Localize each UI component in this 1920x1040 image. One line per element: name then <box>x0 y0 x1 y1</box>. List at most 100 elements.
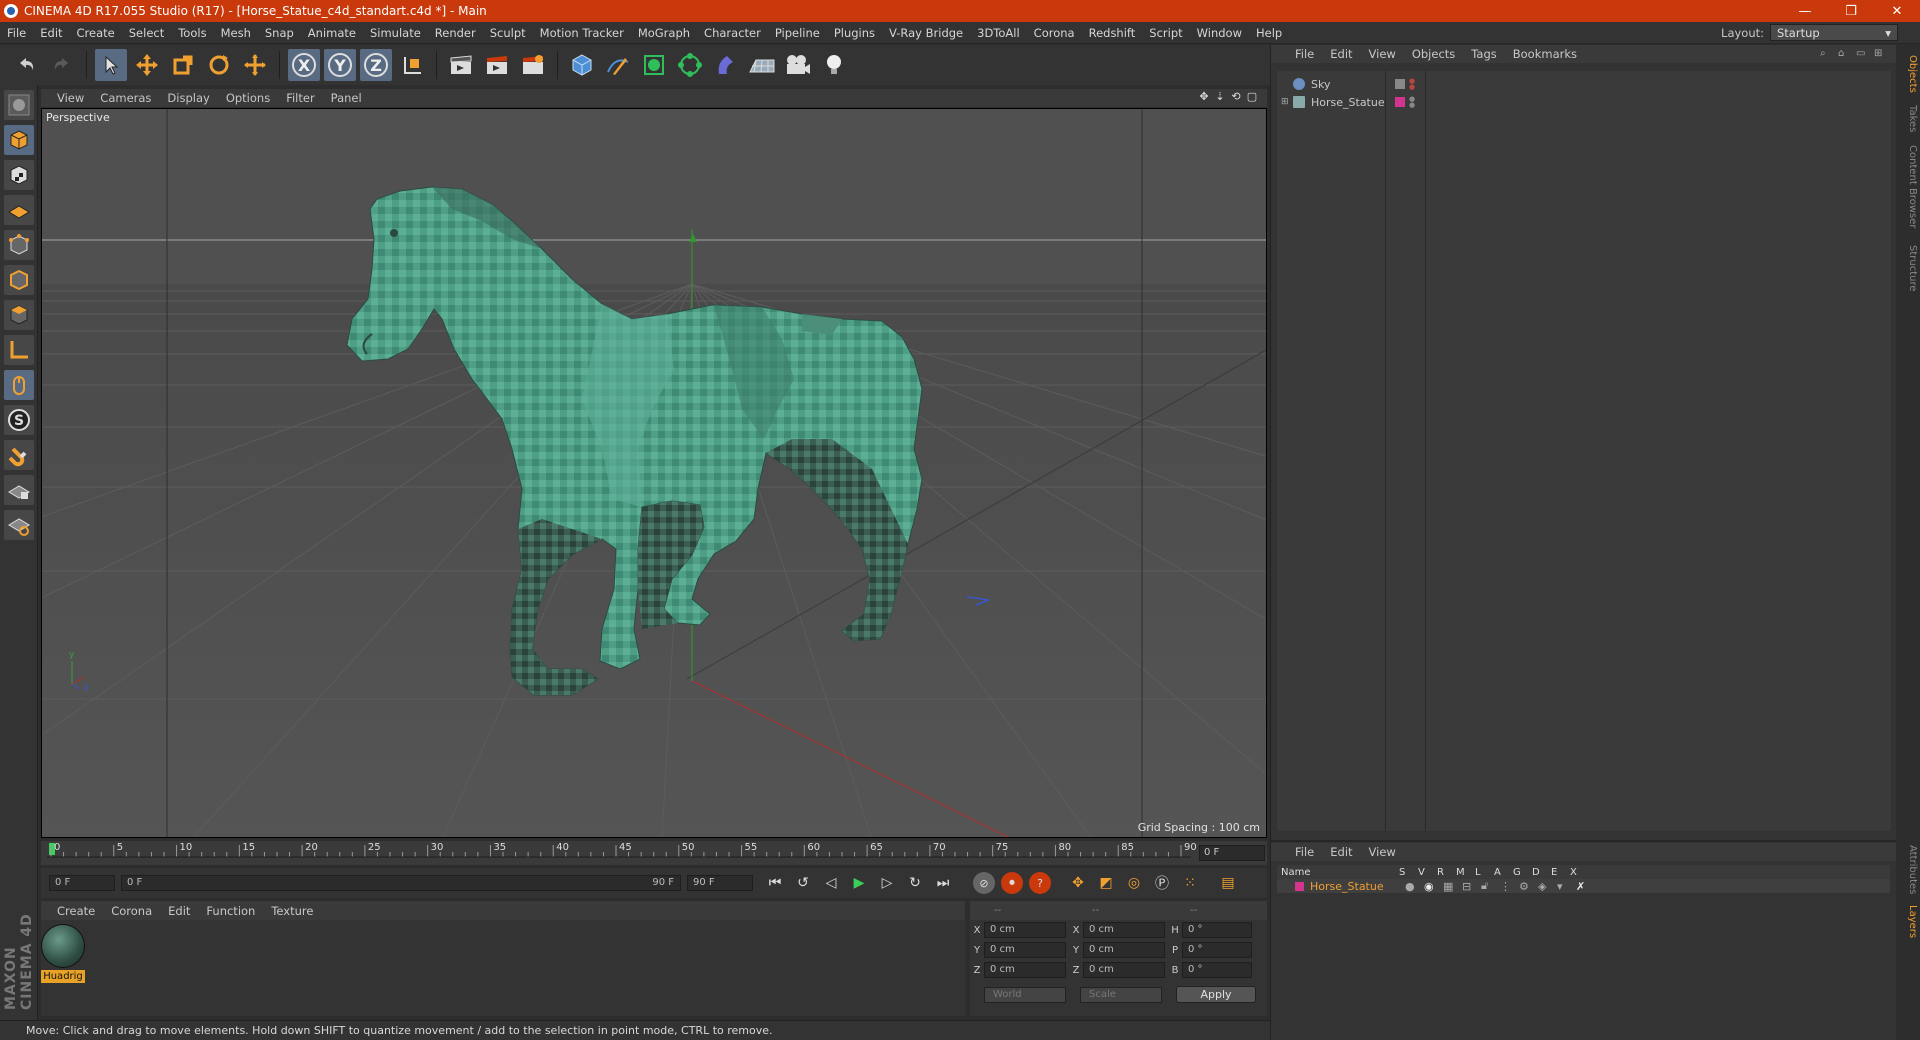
object-row-horse-statue[interactable]: ⊞ Horse_Statue ● ● <box>1277 93 1891 111</box>
spline-pen-button[interactable] <box>602 49 634 81</box>
animation-toggle-icon[interactable]: ⋮ <box>1500 880 1519 893</box>
menu-create[interactable]: Create <box>70 26 122 40</box>
restore-button[interactable]: ❐ <box>1828 0 1874 22</box>
render-view-button[interactable] <box>445 49 477 81</box>
objects-menu-tags[interactable]: Tags <box>1463 47 1504 61</box>
workplane-mode-button[interactable] <box>4 195 34 225</box>
go-to-start-button[interactable]: ⏮ <box>763 871 787 895</box>
layout-dropdown[interactable]: Startup ▾ <box>1770 24 1898 41</box>
menu-render[interactable]: Render <box>428 26 483 40</box>
objects-menu-file[interactable]: File <box>1287 47 1322 61</box>
menu-snap[interactable]: Snap <box>258 26 301 40</box>
viewport-menu-filter[interactable]: Filter <box>278 91 322 105</box>
menu-motion-tracker[interactable]: Motion Tracker <box>533 26 631 40</box>
edges-mode-button[interactable] <box>4 265 34 295</box>
objects-menu-edit[interactable]: Edit <box>1322 47 1360 61</box>
material-swatch[interactable]: Huadrig <box>41 924 87 984</box>
visibility-dots-icon[interactable]: ● ● <box>1409 96 1415 109</box>
play-button[interactable]: ▶ <box>847 871 871 895</box>
workplane-align-button[interactable] <box>4 510 34 540</box>
live-selection-button[interactable] <box>239 49 271 81</box>
points-mode-button[interactable] <box>4 230 34 260</box>
rot-h-field[interactable]: 0 ° <box>1182 922 1252 938</box>
expand-plus-icon[interactable]: ⊞ <box>1281 97 1291 107</box>
go-to-end-button[interactable]: ⏭ <box>931 871 955 895</box>
menu-tools[interactable]: Tools <box>171 26 213 40</box>
previous-frame-button[interactable]: ◁ <box>819 871 843 895</box>
record-parameter-button[interactable]: Ⓟ <box>1150 871 1174 895</box>
pos-y-field[interactable]: 0 cm <box>984 942 1066 958</box>
manager-toggle-icon[interactable]: ⊟ <box>1462 880 1481 893</box>
next-key-button[interactable]: ↻ <box>903 871 927 895</box>
menu-plugins[interactable]: Plugins <box>827 26 882 40</box>
record-scale-button[interactable]: ◩ <box>1094 871 1118 895</box>
deformer-toggle-icon[interactable]: ◈ <box>1538 880 1557 893</box>
generator-toggle-icon[interactable]: ⚙︎ <box>1519 880 1538 893</box>
y-axis-button[interactable]: Y <box>324 49 356 81</box>
current-frame-field[interactable]: 0 F <box>1199 845 1265 861</box>
menu-file[interactable]: File <box>0 26 33 40</box>
end-frame-field[interactable]: 90 F <box>687 875 753 891</box>
tab-attributes[interactable]: Attributes <box>1900 845 1918 894</box>
subdivision-surface-button[interactable] <box>638 49 670 81</box>
viewport-menu-view[interactable]: View <box>49 91 92 105</box>
axis-mode-button[interactable] <box>4 335 34 365</box>
timeline-ruler[interactable]: 0 5 10 15 20 25 30 35 40 45 50 55 60 65 70 75 80 85 90 <box>41 841 1267 865</box>
viewport-menu-display[interactable]: Display <box>159 91 217 105</box>
camera-button[interactable] <box>782 49 814 81</box>
layers-menu-edit[interactable]: Edit <box>1322 845 1360 859</box>
rot-b-field[interactable]: 0 ° <box>1182 962 1252 978</box>
snap-button[interactable] <box>4 440 34 470</box>
menu-corona[interactable]: Corona <box>1027 26 1082 40</box>
rotate-tool-button[interactable] <box>203 49 235 81</box>
menu-help[interactable]: Help <box>1249 26 1289 40</box>
apply-button[interactable]: Apply <box>1176 986 1256 1003</box>
frame-range-slider[interactable]: 0 F 90 F <box>121 875 681 891</box>
menu-window[interactable]: Window <box>1190 26 1249 40</box>
undo-button[interactable] <box>10 49 42 81</box>
material-menu-texture[interactable]: Texture <box>263 904 321 918</box>
tab-objects[interactable]: Objects <box>1900 55 1918 93</box>
render-toggle-icon[interactable]: ▦ <box>1443 880 1462 893</box>
size-z-field[interactable]: 0 cm <box>1083 962 1165 978</box>
tab-content-browser[interactable]: Content Browser <box>1900 145 1918 228</box>
home-icon[interactable]: ⌂ <box>1838 48 1852 60</box>
menu-sculpt[interactable]: Sculpt <box>483 26 533 40</box>
lock-toggle-icon[interactable]: 🔓︎ <box>1481 879 1500 893</box>
menu-mograph[interactable]: MoGraph <box>631 26 697 40</box>
keyframe-selection-button[interactable]: ? <box>1029 872 1051 894</box>
viewport-menu-options[interactable]: Options <box>218 91 278 105</box>
object-row-sky[interactable]: Sky ● ● <box>1277 75 1891 93</box>
redo-button[interactable] <box>46 49 78 81</box>
close-button[interactable]: ✕ <box>1874 0 1920 22</box>
maximize-view-icon[interactable]: ▢ <box>1245 90 1259 104</box>
size-x-field[interactable]: 0 cm <box>1083 922 1165 938</box>
light-button[interactable] <box>818 49 850 81</box>
menu-simulate[interactable]: Simulate <box>363 26 428 40</box>
objects-menu-bookmarks[interactable]: Bookmarks <box>1505 47 1585 61</box>
objects-menu-view[interactable]: View <box>1361 47 1404 61</box>
size-y-field[interactable]: 0 cm <box>1083 942 1165 958</box>
make-editable-button[interactable] <box>4 90 34 120</box>
timeline-window-button[interactable]: ▤ <box>1216 871 1240 895</box>
pos-x-field[interactable]: 0 cm <box>984 922 1066 938</box>
rot-p-field[interactable]: 0 ° <box>1182 942 1252 958</box>
expression-toggle-icon[interactable]: ▾ <box>1557 880 1576 893</box>
edit-render-settings-button[interactable] <box>517 49 549 81</box>
tab-structure[interactable]: Structure <box>1900 245 1918 292</box>
workplane-lock-button[interactable] <box>4 475 34 505</box>
dolly-view-icon[interactable]: ⇣ <box>1213 90 1227 104</box>
tab-takes[interactable]: Takes <box>1900 105 1918 132</box>
menu-3dtoall[interactable]: 3DToAll <box>970 26 1027 40</box>
eye-toggle-icon[interactable]: ◉ <box>1424 880 1443 893</box>
menu-select[interactable]: Select <box>122 26 171 40</box>
material-menu-function[interactable]: Function <box>198 904 263 918</box>
menu-edit[interactable]: Edit <box>33 26 69 40</box>
coordinate-system-button[interactable] <box>396 49 428 81</box>
world-dropdown[interactable]: World <box>984 986 1066 1003</box>
pos-z-field[interactable]: 0 cm <box>984 962 1066 978</box>
solo-toggle-icon[interactable]: ● <box>1405 880 1424 893</box>
next-frame-button[interactable]: ▷ <box>875 871 899 895</box>
polygons-mode-button[interactable] <box>4 300 34 330</box>
floor-button[interactable] <box>746 49 778 81</box>
